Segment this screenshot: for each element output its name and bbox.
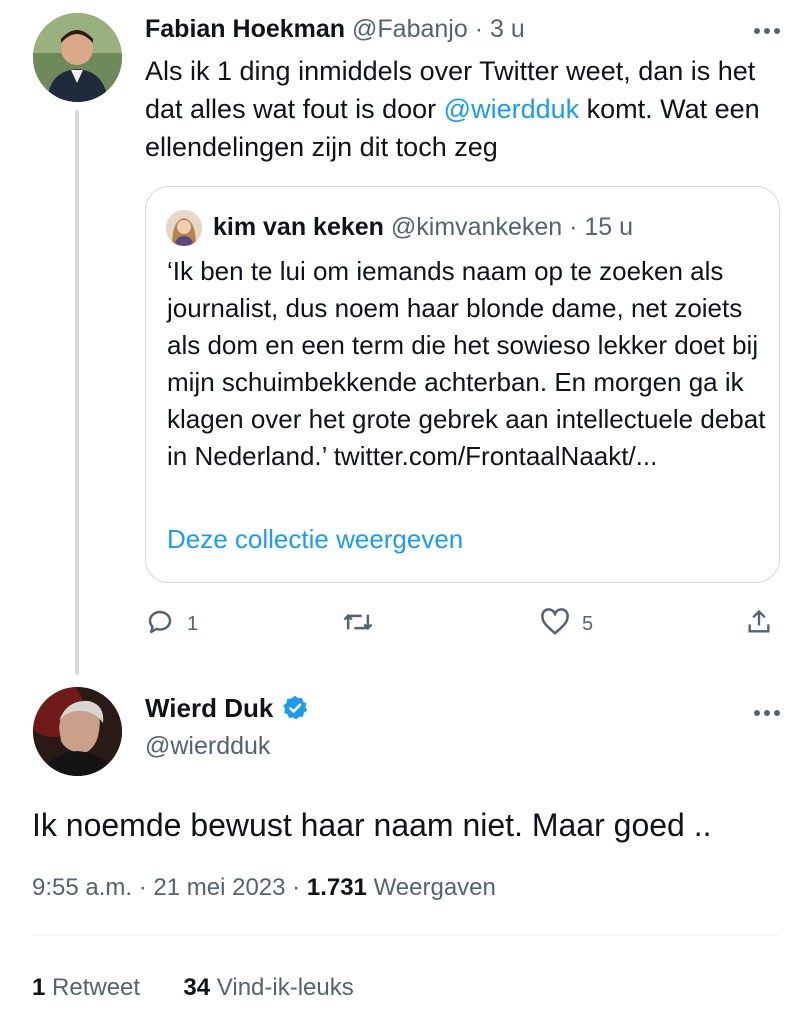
parent-time[interactable]: 3 u	[490, 15, 525, 43]
main-tweet-text: Ik noemde bewust haar naam niet. Maar go…	[32, 807, 712, 843]
separator-dot: ·	[292, 874, 307, 901]
tweet-time[interactable]: 9:55 a.m.	[32, 874, 132, 901]
reply-icon	[145, 607, 175, 642]
divider	[32, 935, 780, 936]
separator-dot: ·	[138, 874, 154, 901]
quote-display-name[interactable]: kim van keken	[213, 213, 384, 241]
quoted-tweet-card[interactable]: kim van keken @kimvankeken · 15 u ‘Ik be…	[145, 186, 780, 583]
tweet-meta: 9:55 a.m. · 21 mei 2023 · 1.731 Weergave…	[32, 872, 496, 904]
engagement-stats: 1 Retweet 34 Vind-ik-leuks	[32, 972, 354, 1004]
more-icon[interactable]	[750, 14, 784, 48]
reply-button[interactable]: 1	[145, 606, 198, 642]
quote-header: kim van keken @kimvankeken · 15 u	[213, 211, 633, 243]
parent-tweet-text: Als ik 1 ding inmiddels over Twitter wee…	[145, 52, 775, 166]
main-handle[interactable]: @wierdduk	[145, 730, 270, 762]
parent-display-name[interactable]: Fabian Hoekman	[145, 15, 345, 43]
tweet-date[interactable]: 21 mei 2023	[153, 874, 285, 901]
main-name-line: Wierd Duk	[145, 692, 309, 724]
avatar-kim[interactable]	[166, 210, 202, 246]
share-icon	[745, 607, 773, 642]
retweets-count: 1	[32, 974, 46, 1001]
show-collection-link[interactable]: Deze collectie weergeven	[167, 522, 463, 556]
parent-handle[interactable]: @Fabanjo	[352, 15, 468, 43]
main-tweet: Wierd Duk @wierdduk Ik noemde bewust haa…	[0, 687, 812, 1024]
separator-dot: ·	[474, 15, 484, 43]
action-bar: 1 5	[145, 606, 785, 642]
retweet-button[interactable]	[342, 606, 386, 642]
more-icon[interactable]	[750, 696, 784, 730]
views-count: 1.731	[306, 874, 367, 901]
quote-handle[interactable]: @kimvankeken	[391, 213, 562, 241]
quote-avatar-image	[166, 210, 202, 246]
retweets-label: Retweet	[52, 974, 141, 1001]
avatar-image	[33, 13, 122, 102]
likes-stat[interactable]: 34 Vind-ik-leuks	[183, 974, 353, 1001]
avatar-wierd[interactable]	[33, 687, 122, 776]
views-label: Weergaven	[373, 874, 496, 901]
parent-tweet[interactable]: Fabian Hoekman @Fabanjo · 3 u Als ik 1 d…	[0, 0, 812, 690]
avatar-fabian[interactable]	[33, 13, 122, 102]
retweet-icon	[342, 607, 374, 642]
reply-count: 1	[187, 612, 199, 635]
share-button[interactable]	[745, 606, 773, 642]
thread-connector-line	[75, 110, 79, 675]
quote-text: ‘Ik ben te lui om iemands naam op te zoe…	[167, 256, 766, 471]
retweets-stat[interactable]: 1 Retweet	[32, 974, 140, 1001]
mention-link[interactable]: @wierdduk	[444, 94, 579, 124]
parent-tweet-header: Fabian Hoekman @Fabanjo · 3 u	[145, 14, 525, 44]
avatar-image	[33, 687, 122, 776]
verified-badge-icon	[283, 695, 308, 720]
likes-label: Vind-ik-leuks	[216, 974, 354, 1001]
separator-dot: ·	[569, 213, 578, 241]
like-button[interactable]: 5	[540, 606, 593, 642]
like-count: 5	[582, 612, 594, 635]
main-display-name[interactable]: Wierd Duk	[145, 692, 273, 724]
quote-time[interactable]: 15 u	[584, 213, 633, 241]
likes-count: 34	[183, 974, 211, 1001]
like-icon	[540, 607, 570, 641]
